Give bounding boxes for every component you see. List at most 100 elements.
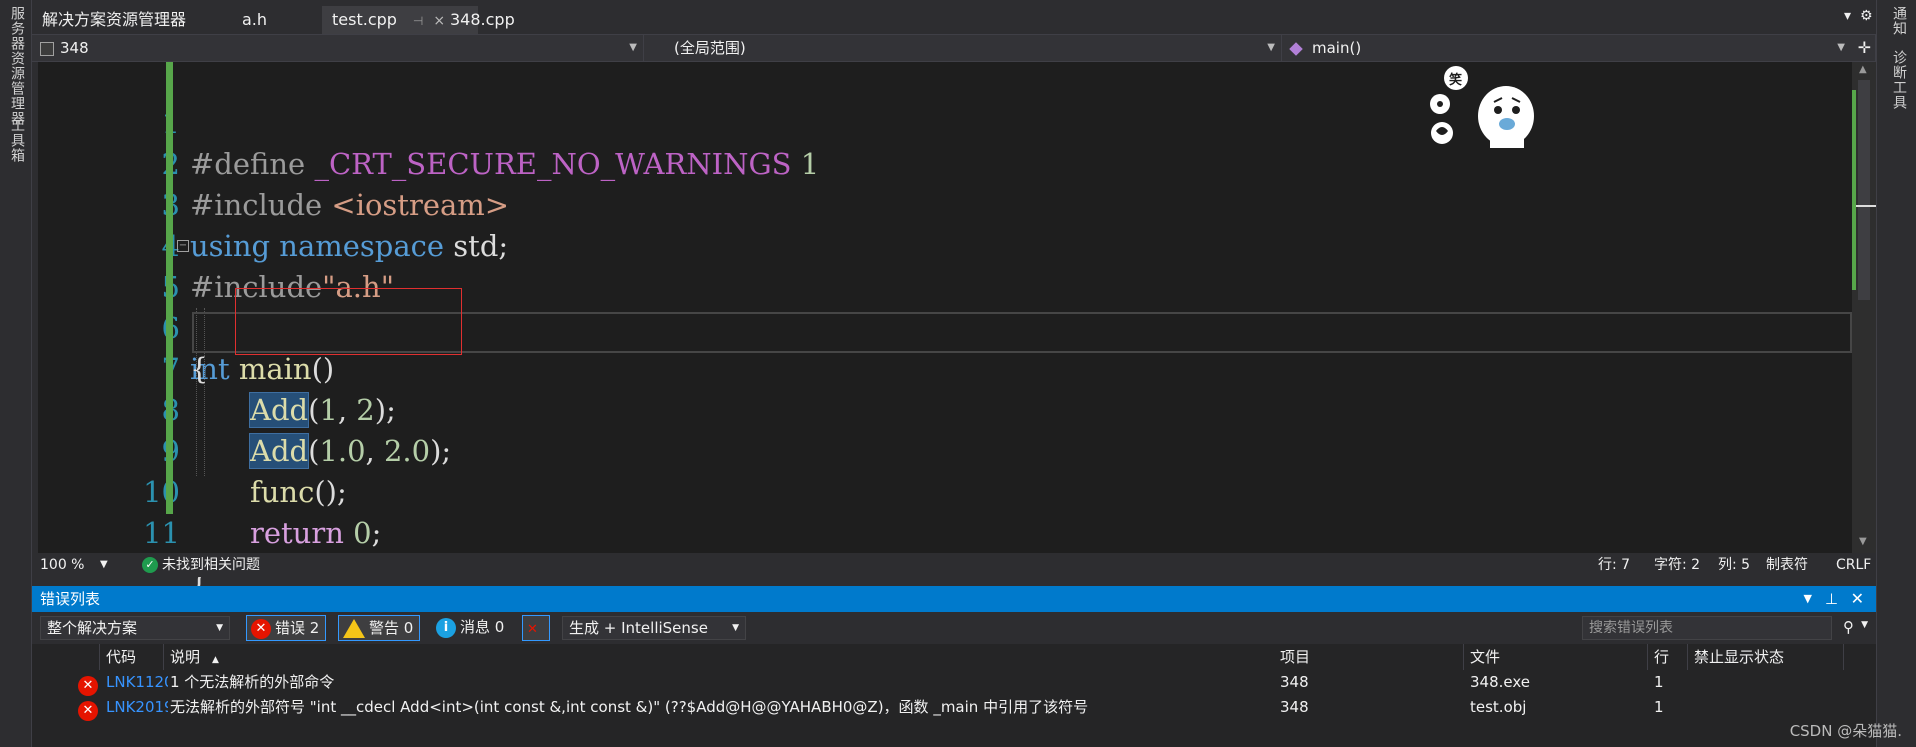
sticker-text: 笑 (1449, 73, 1463, 88)
chevron-down-icon: ▼ (1267, 42, 1275, 53)
error-search-input[interactable]: 搜索错误列表 (1582, 616, 1832, 640)
warnings-count: 警告 0 (369, 619, 414, 637)
filter-icon[interactable]: ✕ (522, 615, 550, 641)
scrollbar-thumb[interactable] (1858, 80, 1870, 300)
column-header-line[interactable]: 行 (1648, 644, 1688, 670)
error-list-title: 错误列表 (40, 590, 101, 608)
error-line: 1 (1654, 698, 1664, 716)
error-row[interactable]: ✕ LNK1120 1 个无法解析的外部命令 348 348.exe 1 (32, 670, 1876, 696)
error-file: 348.exe (1470, 673, 1531, 691)
error-project: 348 (1280, 673, 1309, 691)
member-label: main() (1312, 39, 1362, 57)
error-description: 1 个无法解析的外部命令 (170, 673, 335, 691)
tab-label: test.cpp (332, 10, 397, 29)
eol-mode[interactable]: CRLF (1836, 553, 1871, 577)
issues-text: 未找到相关问题 (162, 557, 260, 573)
settings-icon[interactable]: ⚙ (1860, 8, 1873, 24)
error-icon: ✕ (78, 675, 98, 696)
error-list-title-bar: 错误列表 ▼ ⊥ ✕ (32, 586, 1876, 612)
code-line-3: 3 using namespace std; (38, 144, 1852, 263)
code-line-2: 2 #include <iostream> (38, 103, 1852, 222)
sort-asc-icon: ▲ (212, 655, 219, 665)
error-list-grid: 代码 说明 ▲ 项目 文件 行 禁止显示状态 ✕ LNK1120 1 个无法解析的… (32, 644, 1876, 747)
tab-label: a.h (242, 10, 268, 29)
scope-select-value: 整个解决方案 (47, 619, 138, 637)
line-number: 11 (143, 516, 180, 550)
error-description: 无法解析的外部符号 "int __cdecl Add<int>(int cons… (170, 698, 1089, 716)
project-label: 348 (60, 39, 89, 57)
info-icon: i (436, 617, 456, 638)
column-header-icon[interactable] (32, 644, 100, 670)
code-line-4: 4 #include"a.h" (38, 185, 1852, 304)
code-line-9: 9 func(); (38, 390, 1852, 509)
column-header-code[interactable]: 代码 (100, 644, 164, 670)
error-line: 1 (1654, 673, 1664, 691)
scope-select[interactable]: 整个解决方案 ▼ (40, 616, 230, 640)
tab-348-cpp[interactable]: 348.cpp (440, 6, 525, 34)
scrollbar-caret-marker (1856, 205, 1876, 207)
close-icon[interactable]: ✕ (1851, 586, 1864, 612)
chevron-down-icon: ▼ (732, 623, 739, 633)
code-line-1: 1 #define _CRT_SECURE_NO_WARNINGS 1 (38, 62, 1852, 181)
chevron-down-icon: ▼ (1837, 42, 1845, 53)
build-filter-value: 生成 + IntelliSense (569, 619, 708, 637)
search-placeholder: 搜索错误列表 (1589, 620, 1673, 636)
tab-a-h[interactable]: a.h (232, 6, 277, 34)
project-dropdown[interactable]: 348 ▼ (32, 35, 644, 61)
tab-overflow-dropdown-icon[interactable]: ▾ (1844, 8, 1851, 24)
error-code-link[interactable]: LNK2019 (106, 695, 168, 720)
project-icon (40, 41, 54, 56)
tab-solution-explorer[interactable]: 解决方案资源管理器 (32, 6, 196, 34)
tab-mode[interactable]: 制表符 (1766, 553, 1808, 577)
function-icon (1289, 41, 1303, 56)
scroll-up-icon[interactable]: ▲ (1859, 64, 1867, 75)
pin-icon[interactable]: ⊣ (413, 14, 423, 28)
right-tool-strip: 通知 诊断工具 (1876, 0, 1916, 747)
warnings-filter-toggle[interactable]: 警告 0 (338, 615, 421, 641)
code-line-10: 10 return 0; (38, 431, 1852, 550)
watermark: CSDN @朵猫猫. (1789, 722, 1902, 740)
code-line-8: 8 Add(1.0, 2.0); (38, 349, 1852, 469)
error-project: 348 (1280, 698, 1309, 716)
column-header-project[interactable]: 项目 (1274, 644, 1464, 670)
split-icon[interactable]: ✛ (1858, 35, 1871, 61)
diagnostic-tools-tab[interactable]: 诊断工具 (1889, 50, 1909, 110)
scrollbar-change-marker (1852, 90, 1856, 290)
error-icon: ✕ (78, 700, 98, 721)
notifications-tab[interactable]: 通知 (1889, 6, 1909, 36)
error-code-link[interactable]: LNK1120 (106, 670, 168, 695)
chevron-down-icon[interactable]: ▼ (100, 553, 108, 577)
left-tool-strip: 服务器资源管理器 工具箱 (0, 0, 32, 747)
error-row[interactable]: ✕ LNK2019 无法解析的外部符号 "int __cdecl Add<int… (32, 695, 1876, 721)
member-dropdown[interactable]: main() ▼ ✛ (1282, 35, 1876, 61)
col-indicator: 列: 5 (1718, 557, 1751, 573)
column-header-file[interactable]: 文件 (1464, 644, 1648, 670)
scroll-down-icon[interactable]: ▼ (1859, 536, 1867, 547)
messages-filter-toggle[interactable]: i 消息 0 (432, 615, 510, 641)
warning-icon (343, 619, 365, 638)
char-indicator: 字符: 2 (1654, 557, 1701, 573)
errors-filter-toggle[interactable]: ✕ 错误 2 (246, 615, 327, 641)
emoji-sticker: 笑 (1428, 64, 1540, 156)
errors-count: 错误 2 (275, 619, 320, 637)
pin-icon[interactable]: ⊥ (1825, 586, 1838, 612)
change-tracking-bar (166, 62, 173, 514)
build-filter-select[interactable]: 生成 + IntelliSense ▼ (562, 616, 746, 640)
navigation-bar: 348 ▼ (全局范围) ▼ main() ▼ ✛ (32, 34, 1876, 62)
scope-dropdown[interactable]: (全局范围) ▼ (644, 35, 1282, 61)
issues-indicator[interactable]: ✓ 未找到相关问题 (142, 553, 260, 577)
chevron-down-icon[interactable]: ▼ (1861, 620, 1868, 630)
annotation-box (235, 288, 462, 355)
chevron-down-icon[interactable]: ▼ (1804, 586, 1812, 612)
check-icon: ✓ (142, 557, 158, 573)
column-header-suppress[interactable]: 禁止显示状态 (1688, 644, 1844, 670)
column-header-desc-label: 说明 (170, 648, 201, 666)
search-icon[interactable]: ⚲ (1843, 618, 1854, 636)
server-explorer-tab[interactable]: 服务器资源管理器 (7, 6, 27, 126)
column-header-desc[interactable]: 说明 ▲ (164, 644, 1304, 670)
line-indicator: 行: 7 (1598, 557, 1631, 573)
collapse-icon[interactable]: − (177, 240, 189, 252)
sticker-image (1430, 66, 1534, 148)
toolbox-tab[interactable]: 工具箱 (7, 118, 27, 163)
zoom-level[interactable]: 100 % (40, 553, 84, 577)
